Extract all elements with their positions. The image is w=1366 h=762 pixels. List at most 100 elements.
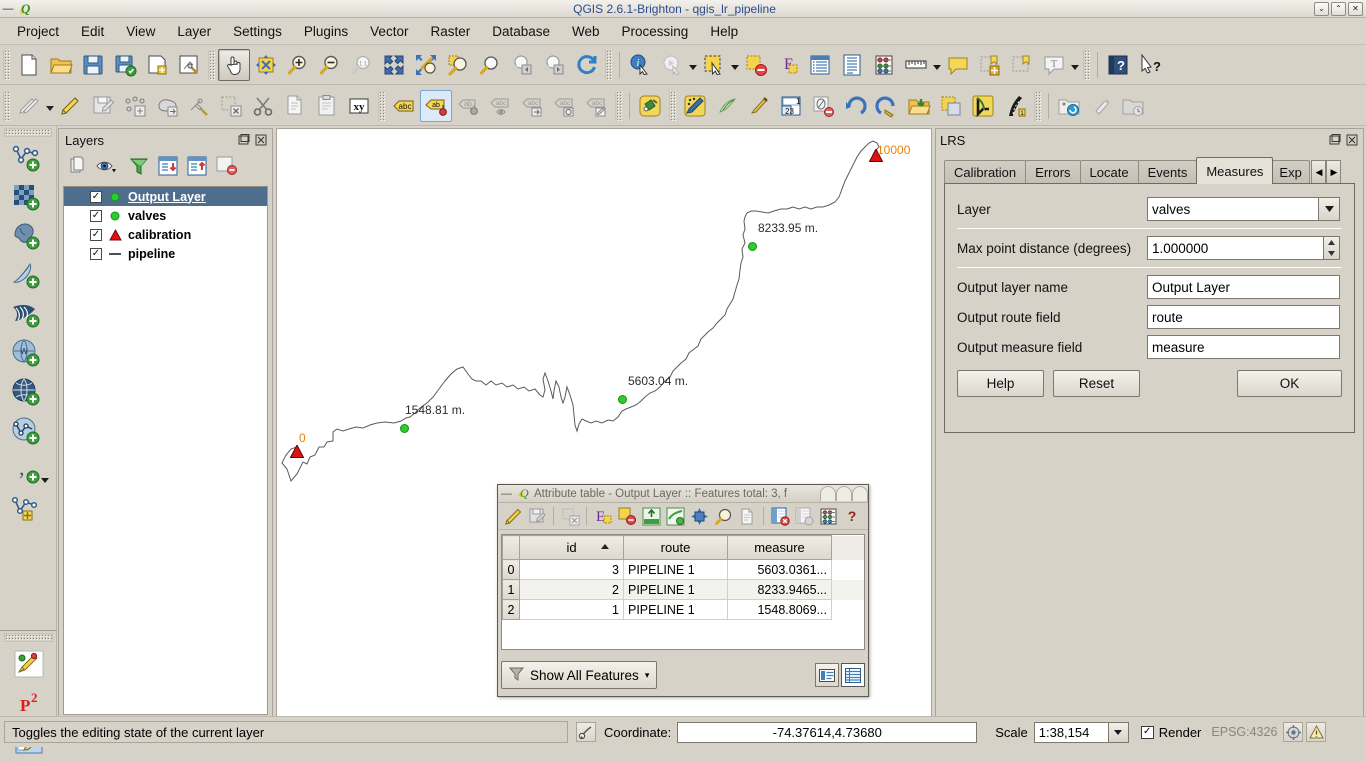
save-project-icon[interactable] — [77, 49, 109, 81]
node-tool-icon[interactable] — [151, 90, 183, 122]
toolbar-grip-3[interactable] — [605, 49, 612, 80]
zoom-native-icon[interactable]: 1:1 — [346, 49, 378, 81]
window-maximize-button[interactable]: ⌃ — [1331, 1, 1346, 16]
render-checkbox[interactable]: ✓ — [1140, 725, 1154, 739]
label-icon[interactable]: abc — [388, 90, 420, 122]
unselect-all-icon[interactable] — [616, 505, 638, 527]
toolbar-grip-8[interactable] — [669, 90, 676, 121]
toggle-editing-icon[interactable] — [55, 90, 87, 122]
cell-measure[interactable]: 8233.9465... — [727, 579, 832, 600]
help-icon[interactable]: ? — [841, 505, 863, 527]
layer-checkbox[interactable]: ✓ — [90, 190, 102, 203]
menu-edit[interactable]: Edit — [70, 21, 115, 42]
calculator-icon[interactable]: 231 — [775, 90, 807, 122]
measure-line-icon[interactable] — [900, 49, 932, 81]
add-feature-icon[interactable] — [119, 90, 151, 122]
cut-features-icon[interactable] — [247, 90, 279, 122]
menu-web[interactable]: Web — [561, 21, 611, 42]
cell-route[interactable]: PIPELINE 1 — [623, 579, 728, 600]
tab-scroll-left-button[interactable]: ◀ — [1311, 160, 1327, 184]
select-by-expression-icon[interactable]: Ε — [592, 505, 614, 527]
column-header-measure[interactable]: measure — [727, 535, 832, 560]
zoom-last-icon[interactable] — [474, 49, 506, 81]
zoom-to-layer-icon[interactable] — [442, 49, 474, 81]
add-vector-layer-icon[interactable] — [5, 140, 51, 178]
help-contents-icon[interactable]: ? — [1102, 49, 1134, 81]
undo-icon[interactable] — [839, 90, 871, 122]
window-minimize-glyph[interactable]: — — [0, 3, 16, 15]
form-view-icon[interactable] — [815, 663, 839, 687]
add-mssql-layer-icon[interactable] — [5, 296, 51, 334]
chevron-down-icon[interactable] — [1318, 197, 1340, 221]
layer-item-calibration[interactable]: ✓ calibration — [64, 225, 267, 244]
zoom-full-icon[interactable] — [378, 49, 410, 81]
refresh-icon[interactable] — [570, 49, 602, 81]
tab-export[interactable]: Exp — [1272, 160, 1311, 184]
delete-selected-icon[interactable] — [215, 90, 247, 122]
run-feature-action-icon[interactable] — [656, 49, 688, 81]
menu-raster[interactable]: Raster — [419, 21, 481, 42]
row-index[interactable]: 1 — [502, 579, 520, 600]
collapse-all-icon[interactable] — [187, 156, 207, 179]
annotation-dropdown-caret[interactable] — [1070, 50, 1080, 80]
identify-features-icon[interactable]: i — [624, 49, 656, 81]
tab-calibration[interactable]: Calibration — [944, 160, 1027, 184]
move-label-icon[interactable]: abc — [516, 90, 548, 122]
show-all-features-button[interactable]: Show All Features ▾ — [501, 661, 658, 689]
scale-input[interactable]: 1:38,154 — [1033, 721, 1109, 743]
layers-list[interactable]: ✓ Output Layer ✓ valves ✓ calibration ✓ … — [63, 186, 268, 715]
pan-to-selection-icon[interactable] — [250, 49, 282, 81]
add-wcs-layer-icon[interactable] — [5, 374, 51, 412]
zoom-to-selection-icon[interactable] — [410, 49, 442, 81]
current-edits-icon[interactable] — [13, 90, 45, 122]
new-project-icon[interactable] — [13, 49, 45, 81]
invert-selection-icon[interactable] — [664, 505, 686, 527]
attribute-table-minimize[interactable]: — — [501, 488, 512, 500]
layer-item-valves[interactable]: ✓ valves — [64, 206, 267, 225]
close-icon[interactable] — [1345, 133, 1359, 147]
group-stats-icon[interactable] — [6, 645, 52, 683]
paste-features-icon[interactable] — [311, 90, 343, 122]
select-features-dropdown-caret[interactable] — [730, 50, 740, 80]
menu-database[interactable]: Database — [481, 21, 561, 42]
reset-button[interactable]: Reset — [1053, 370, 1140, 397]
spinner-up-icon[interactable] — [1324, 237, 1339, 248]
attribute-table-grid[interactable]: id route measure 0 3 PIPELINE 1 5603.036… — [501, 534, 865, 650]
messages-icon[interactable] — [1306, 722, 1327, 742]
tab-events[interactable]: Events — [1137, 160, 1198, 184]
toggle-editing-icon[interactable] — [502, 505, 524, 527]
gps-tools-icon[interactable] — [967, 90, 999, 122]
toolbar-grip-4[interactable] — [1083, 49, 1090, 80]
toolbar-grip-2[interactable] — [208, 49, 215, 80]
redo-icon[interactable] — [871, 90, 903, 122]
menu-vector[interactable]: Vector — [359, 21, 419, 42]
vertical-toolbar-grip[interactable] — [4, 128, 52, 137]
column-header-route[interactable]: route — [623, 535, 728, 560]
topology-checker-icon[interactable] — [711, 90, 743, 122]
style-manager-icon[interactable] — [679, 90, 711, 122]
save-project-as-icon[interactable] — [109, 49, 141, 81]
layer-duplicate-icon[interactable] — [935, 90, 967, 122]
messages-button[interactable] — [1306, 722, 1327, 742]
crs-status-icon[interactable] — [1283, 722, 1304, 742]
cell-route[interactable]: PIPELINE 1 — [623, 599, 728, 620]
new-column-icon[interactable] — [793, 505, 815, 527]
zoom-next-icon[interactable] — [538, 49, 570, 81]
menu-help[interactable]: Help — [699, 21, 749, 42]
corner-header[interactable] — [502, 535, 520, 560]
coordinate-input[interactable]: -74.37614,4.73680 — [677, 721, 978, 743]
save-layer-edits-icon[interactable] — [87, 90, 119, 122]
toolbar-grip-7[interactable] — [615, 90, 622, 121]
cell-measure[interactable]: 1548.8069... — [727, 599, 832, 620]
attribute-table-minimize-button[interactable] — [820, 486, 836, 501]
add-spatialite-layer-icon[interactable] — [5, 257, 51, 295]
measure-dropdown-caret[interactable] — [932, 50, 942, 80]
undock-icon[interactable] — [237, 133, 251, 147]
new-layer-dropdown-caret[interactable] — [40, 478, 50, 483]
text-annotation-icon[interactable]: T — [1038, 49, 1070, 81]
filter-legend-icon[interactable] — [129, 156, 149, 179]
plugins-toolbar-grip[interactable] — [4, 633, 53, 642]
add-delimited-text-layer-icon[interactable]: , — [5, 452, 51, 490]
layer-item-pipeline[interactable]: ✓ pipeline — [64, 244, 267, 263]
rotate-label-icon[interactable]: abc — [548, 90, 580, 122]
